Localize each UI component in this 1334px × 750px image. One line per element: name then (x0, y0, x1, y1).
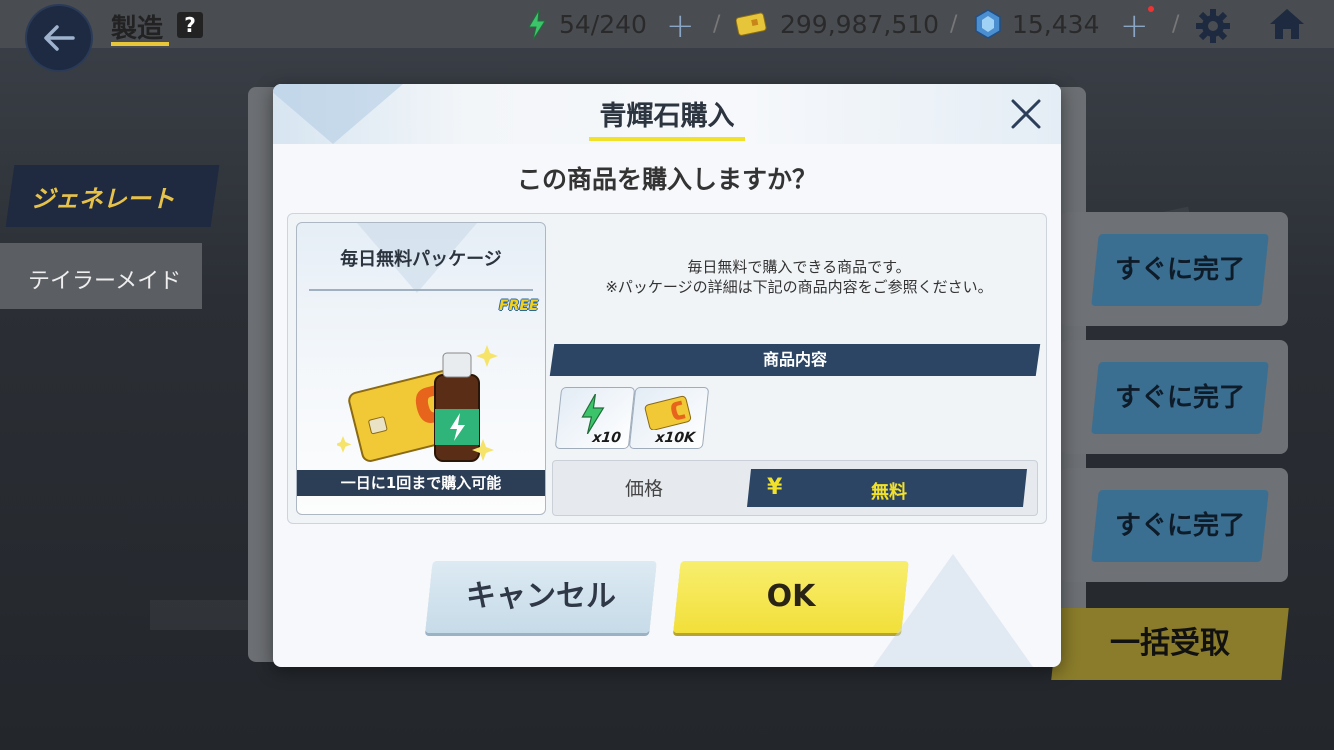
credits-counter: 299,987,510 (780, 10, 940, 39)
divider: / (950, 12, 958, 37)
gems-counter: 15,434 (1012, 10, 1100, 39)
purchase-limit-label: 一日に1回まで購入可能 (297, 470, 545, 496)
item-quantity: x10 (591, 430, 622, 446)
gem-icon (975, 9, 1001, 39)
price-row: 価格 ¥ 無料 (552, 460, 1038, 516)
description-note: ※パッケージの詳細は下記の商品内容をご参照ください。 (605, 278, 993, 296)
dialog-title: 青輝石購入 (599, 101, 735, 132)
footer-decoration (873, 554, 1033, 667)
contents-header: 商品内容 (549, 344, 1041, 376)
credit-icon (736, 12, 767, 36)
tab-generate[interactable]: ジェネレート (5, 165, 220, 227)
page-title: 製造 (111, 14, 164, 44)
notification-dot (1148, 6, 1154, 12)
instant-complete-button[interactable]: すぐに完了 (1091, 490, 1269, 562)
back-button[interactable] (27, 6, 91, 70)
ok-button-label: OK (766, 579, 816, 614)
item-quantity: x10K (654, 430, 696, 446)
product-title: 毎日無料パッケージ (340, 249, 502, 270)
energy-icon (528, 10, 546, 40)
divider: / (1172, 12, 1180, 37)
help-icon[interactable]: ? (177, 12, 203, 38)
arrow-left-icon (44, 25, 75, 51)
yen-icon: ¥ (767, 475, 783, 500)
bulk-receive-button[interactable]: 一括受取 (1051, 608, 1289, 680)
purchase-dialog: 青輝石購入 この商品を購入しますか？ 毎日無料パッケージ FREE 一日に1回ま… (273, 84, 1061, 667)
contents-header-label: 商品内容 (762, 350, 827, 369)
price-label: 価格 (625, 478, 664, 500)
item-credits[interactable]: x10K (628, 387, 710, 449)
card-divider (309, 289, 533, 291)
credit-card-icon (644, 395, 692, 430)
product-card: 毎日無料パッケージ FREE 一日に1回まで購入可能 (296, 222, 546, 515)
instant-complete-button[interactable]: すぐに完了 (1091, 362, 1269, 434)
description-text: 毎日無料で購入できる商品です。 (687, 258, 911, 276)
home-icon[interactable] (1268, 7, 1306, 41)
close-icon[interactable] (1008, 96, 1044, 132)
ap-counter: 54/240 (559, 10, 647, 39)
energy-icon (581, 394, 605, 434)
add-ap-button[interactable]: + (666, 6, 695, 46)
title-accent-bar (589, 137, 745, 141)
divider: / (713, 12, 721, 37)
gear-icon[interactable] (1195, 8, 1231, 44)
instant-complete-button[interactable]: すぐに完了 (1091, 234, 1269, 306)
tab-generate-label: ジェネレート (30, 185, 175, 213)
package-illustration (337, 345, 498, 462)
confirm-question: この商品を購入しますか？ (516, 165, 817, 194)
tab-tailor-made[interactable]: テイラーメイド (0, 243, 202, 309)
cancel-button[interactable]: キャンセル (425, 561, 657, 633)
item-energy[interactable]: x10 (554, 387, 636, 449)
title-area: 製造 (111, 8, 169, 46)
tab-tailor-label: テイラーメイド (28, 269, 182, 294)
title-underline (111, 42, 169, 46)
cancel-button-label: キャンセル (466, 579, 616, 614)
price-value: 無料 (871, 482, 907, 503)
product-details: 毎日無料パッケージ FREE 一日に1回まで購入可能 毎日無料で購入できる商品で… (287, 213, 1047, 524)
free-badge: FREE (499, 298, 539, 314)
add-gems-button[interactable]: + (1120, 6, 1149, 46)
